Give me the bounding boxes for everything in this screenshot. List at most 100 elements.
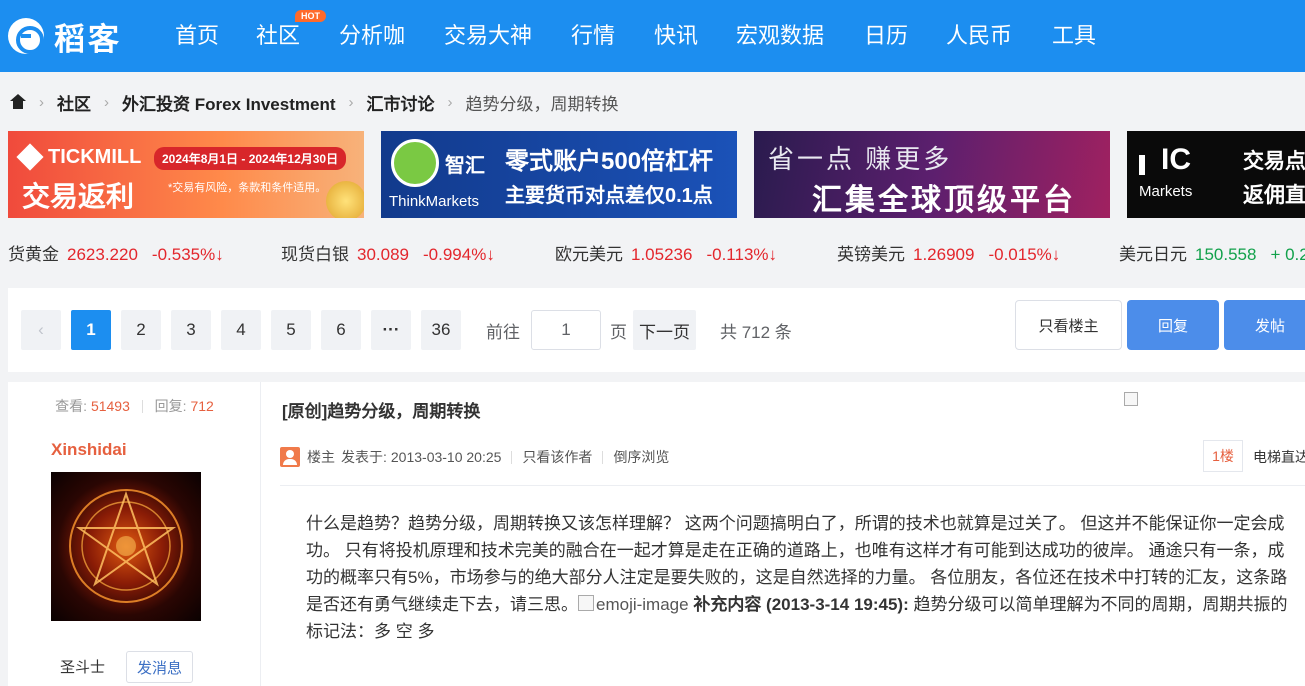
prev-page-button[interactable]: ‹: [21, 310, 61, 350]
post-stats: 查看: 51493 回复: 712: [8, 396, 261, 416]
ticker-change: -0.535%: [151, 245, 216, 264]
goto-label: 前往: [486, 323, 520, 342]
views-label: 查看:: [55, 398, 88, 414]
banner-line2: 返佣直: [1243, 184, 1305, 207]
ticker-name: 欧元美元: [555, 245, 623, 264]
post-title: [原创]趋势分级，周期转换: [282, 402, 481, 421]
arrow-down-icon: ↓: [1051, 245, 1061, 264]
page-button[interactable]: 4: [221, 310, 261, 350]
hot-badge: HOT: [295, 10, 326, 22]
ticker-item[interactable]: 欧元美元 1.05236 -0.113%↓: [555, 240, 777, 265]
nav-tools[interactable]: 工具: [1052, 20, 1096, 52]
post-content: 什么是趋势？趋势分级，周期转换又该怎样理解？ 这两个问题搞明白了，所谓的技术也就…: [306, 510, 1301, 645]
divider: [141, 400, 143, 413]
supplement-label: 补充内容 (2013-3-14 19:45):: [693, 595, 909, 614]
banner-note: *交易有风险，条款和条件适用。: [168, 182, 327, 194]
ticker-price: 30.089: [357, 245, 409, 264]
home-icon[interactable]: [10, 94, 26, 110]
banner-platforms[interactable]: 省一点 赚更多 汇集全球顶级平台: [754, 131, 1110, 218]
banner-title: 交易返利: [22, 181, 135, 212]
banner-thinkmarkets[interactable]: 智汇 ThinkMarkets 零式账户500倍杠杆 主要货币对点差仅0.1点: [381, 131, 737, 218]
breadcrumb-forex[interactable]: 外汇投资 Forex Investment: [122, 90, 336, 115]
goto-page-input[interactable]: 1: [531, 310, 601, 350]
chevron-right-icon: ›: [447, 93, 453, 111]
nav-analysis[interactable]: 分析咖: [339, 20, 405, 52]
emoji-image: emoji-image: [578, 591, 689, 618]
breadcrumb-community[interactable]: 社区: [57, 90, 91, 115]
banner-brand: TICKMILL: [48, 146, 142, 168]
replies-count: 712: [190, 398, 214, 414]
arrow-down-icon: ↓: [768, 245, 778, 264]
ticker-change: + 0.2: [1270, 245, 1305, 264]
only-host-button[interactable]: 只看楼主: [1015, 300, 1122, 350]
nav-rmb[interactable]: 人民币: [946, 20, 1012, 52]
post-meta: 楼主 发表于: 2013-03-10 20:25 只看该作者 倒序浏览: [280, 446, 669, 468]
breadcrumb-current: 趋势分级，周期转换: [465, 94, 619, 114]
jump-to-floor-link[interactable]: 电梯直达: [1253, 447, 1305, 467]
floor-number: 1楼: [1203, 440, 1243, 472]
ticker-item[interactable]: 英镑美元 1.26909 -0.015%↓: [837, 240, 1060, 265]
ticker-price: 2623.220: [67, 245, 138, 264]
role-label: 楼主: [307, 449, 335, 465]
banner-line2: 主要货币对点差仅0.1点: [505, 185, 713, 207]
banner-icmarkets[interactable]: IC Markets 交易点 返佣直: [1127, 131, 1305, 218]
logo-icon: [8, 18, 44, 54]
banner-line1: 省一点 赚更多: [768, 144, 953, 174]
top-nav: 稻客 首页 社区 HOT 分析咖 交易大神 行情 快讯 宏观数据 日历 人民币 …: [0, 0, 1305, 72]
page-button[interactable]: 2: [121, 310, 161, 350]
author-panel: 查看: 51493 回复: 712 Xinshidai 圣斗士 发消息: [8, 382, 261, 686]
breadcrumb-forum[interactable]: 汇市讨论: [367, 90, 435, 115]
ticker-item[interactable]: 货黄金 2623.220 -0.535%↓: [8, 240, 224, 265]
page-unit-label: 页: [610, 323, 627, 342]
nav-calendar[interactable]: 日历: [864, 20, 908, 52]
more-pages-button[interactable]: ···: [371, 310, 411, 350]
ticker-item[interactable]: 现货白银 30.089 -0.994%↓: [281, 240, 495, 265]
new-post-button[interactable]: 发帖: [1224, 300, 1305, 350]
logo-text: 稻客: [54, 21, 122, 58]
ticker-item[interactable]: 美元日元 150.558 + 0.2: [1119, 240, 1305, 265]
nav-news[interactable]: 快讯: [654, 20, 698, 52]
nav-quotes[interactable]: 行情: [571, 20, 615, 52]
icmarkets-bars-icon: [1139, 155, 1145, 175]
page-button[interactable]: 5: [271, 310, 311, 350]
banner-line1: 交易点: [1243, 150, 1305, 173]
divider: [602, 450, 604, 464]
banner-brand-en: ThinkMarkets: [389, 193, 480, 210]
bulb-icon: [391, 139, 439, 187]
page-button[interactable]: 6: [321, 310, 361, 350]
chevron-right-icon: ›: [348, 93, 354, 111]
banner-line2: 汇集全球顶级平台: [812, 184, 1076, 217]
page-button[interactable]: 1: [71, 310, 111, 350]
only-author-link[interactable]: 只看该作者: [522, 447, 592, 467]
arrow-down-icon: ↓: [486, 245, 495, 264]
site-logo[interactable]: 稻客: [8, 14, 122, 58]
replies-label: 回复:: [154, 398, 187, 414]
banner-tickmill[interactable]: TICKMILL 2024年8月1日 - 2024年12月30日 交易返利 *交…: [8, 131, 364, 218]
user-icon: [280, 447, 300, 467]
pagination-bar: ‹ 1 2 3 4 5 6 ··· 36 前往 1 页 下一页 共 712 条 …: [8, 288, 1305, 372]
banner-line1: 零式账户500倍杠杆: [505, 148, 714, 175]
reverse-order-link[interactable]: 倒序浏览: [613, 447, 669, 467]
ticker-name: 美元日元: [1119, 245, 1187, 264]
ticker-change: -0.994%: [423, 245, 487, 264]
reply-button[interactable]: 回复: [1127, 300, 1219, 350]
ticker-price: 1.26909: [913, 245, 975, 264]
page-button[interactable]: 3: [171, 310, 211, 350]
posted-label: 发表于:: [341, 449, 387, 465]
ticker-price: 150.558: [1195, 245, 1257, 264]
author-name[interactable]: Xinshidai: [51, 440, 127, 460]
ticker-name: 英镑美元: [837, 245, 905, 264]
nav-community[interactable]: 社区: [256, 20, 300, 52]
nav-macro-data[interactable]: 宏观数据: [736, 20, 824, 52]
ticker-name: 货黄金: [8, 245, 59, 264]
next-page-button[interactable]: 下一页: [633, 310, 696, 350]
ticker-change: -0.113%: [706, 245, 769, 264]
avatar[interactable]: [51, 472, 201, 621]
send-message-button[interactable]: 发消息: [126, 651, 193, 683]
banner-brand: IC: [1161, 143, 1191, 176]
nav-home[interactable]: 首页: [175, 20, 219, 52]
post: 查看: 51493 回复: 712 Xinshidai 圣斗士 发消息 [原创]…: [8, 382, 1305, 686]
last-page-button[interactable]: 36: [421, 310, 461, 350]
price-ticker: 货黄金 2623.220 -0.535%↓ 现货白银 30.089 -0.994%↓ 欧…: [0, 240, 1305, 266]
nav-traders[interactable]: 交易大神: [444, 20, 532, 52]
